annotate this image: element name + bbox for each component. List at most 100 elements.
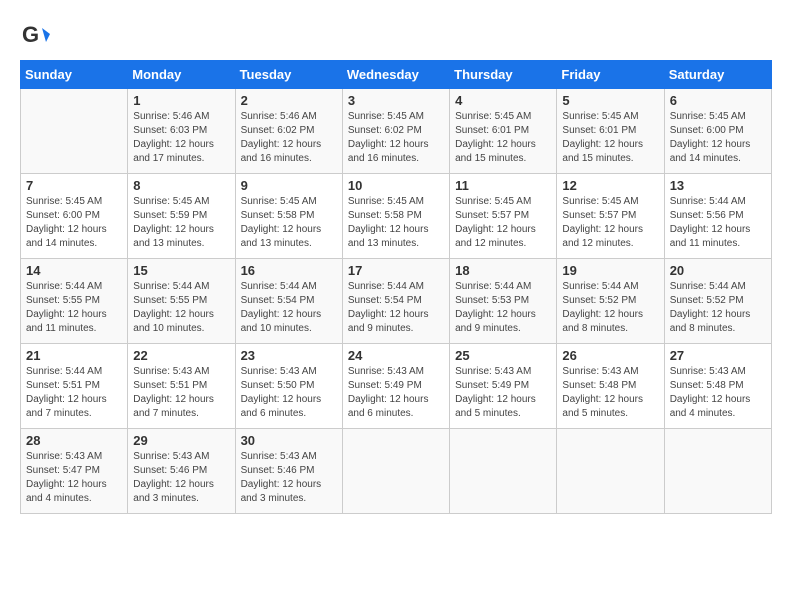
day-cell (557, 429, 664, 514)
logo-icon: G (20, 20, 50, 50)
header: G (20, 20, 772, 50)
day-cell: 24 Sunrise: 5:43 AM Sunset: 5:49 PM Dayli… (342, 344, 449, 429)
day-info: Sunrise: 5:43 AM Sunset: 5:46 PM Dayligh… (241, 450, 337, 506)
day-number: 14 (26, 263, 122, 278)
day-cell: 8 Sunrise: 5:45 AM Sunset: 5:59 PM Daylig… (128, 174, 235, 259)
day-info: Sunrise: 5:43 AM Sunset: 5:46 PM Dayligh… (133, 450, 229, 506)
day-number: 29 (133, 433, 229, 448)
day-info: Sunrise: 5:43 AM Sunset: 5:51 PM Dayligh… (133, 365, 229, 421)
day-cell: 2Sunrise: 5:46 AM Sunset: 6:02 PM Daylig… (235, 89, 342, 174)
day-cell: 28 Sunrise: 5:43 AM Sunset: 5:47 PM Dayli… (21, 429, 128, 514)
day-cell: 11 Sunrise: 5:45 AM Sunset: 5:57 PM Dayli… (450, 174, 557, 259)
day-info: Sunrise: 5:45 AM Sunset: 6:02 PM Dayligh… (348, 110, 444, 166)
day-info: Sunrise: 5:43 AM Sunset: 5:47 PM Dayligh… (26, 450, 122, 506)
calendar-body: 1 Sunrise: 5:46 AM Sunset: 6:03 PM Daylig… (21, 89, 772, 514)
weekday-row: SundayMondayTuesdayWednesdayThursdayFrid… (21, 61, 772, 89)
day-info: Sunrise: 5:46 AM Sunset: 6:02 PM Dayligh… (241, 110, 337, 166)
day-cell: 18 Sunrise: 5:44 AM Sunset: 5:53 PM Dayli… (450, 259, 557, 344)
day-cell: 19 Sunrise: 5:44 AM Sunset: 5:52 PM Dayli… (557, 259, 664, 344)
day-info: Sunrise: 5:43 AM Sunset: 5:48 PM Dayligh… (562, 365, 658, 421)
day-cell: 23 Sunrise: 5:43 AM Sunset: 5:50 PM Dayli… (235, 344, 342, 429)
weekday-header-friday: Friday (557, 61, 664, 89)
weekday-header-sunday: Sunday (21, 61, 128, 89)
day-number: 11 (455, 178, 551, 193)
day-info: Sunrise: 5:43 AM Sunset: 5:50 PM Dayligh… (241, 365, 337, 421)
day-cell: 6Sunrise: 5:45 AM Sunset: 6:00 PM Daylig… (664, 89, 771, 174)
day-cell (664, 429, 771, 514)
day-info: Sunrise: 5:44 AM Sunset: 5:53 PM Dayligh… (455, 280, 551, 336)
day-info: Sunrise: 5:44 AM Sunset: 5:55 PM Dayligh… (133, 280, 229, 336)
day-info: Sunrise: 5:45 AM Sunset: 5:58 PM Dayligh… (241, 195, 337, 251)
day-cell: 25 Sunrise: 5:43 AM Sunset: 5:49 PM Dayli… (450, 344, 557, 429)
day-info: Sunrise: 5:44 AM Sunset: 5:51 PM Dayligh… (26, 365, 122, 421)
day-info: Sunrise: 5:45 AM Sunset: 5:57 PM Dayligh… (562, 195, 658, 251)
week-row-4: 21 Sunrise: 5:44 AM Sunset: 5:51 PM Dayli… (21, 344, 772, 429)
day-info: Sunrise: 5:44 AM Sunset: 5:54 PM Dayligh… (241, 280, 337, 336)
calendar-table: SundayMondayTuesdayWednesdayThursdayFrid… (20, 60, 772, 514)
day-cell: 12 Sunrise: 5:45 AM Sunset: 5:57 PM Dayli… (557, 174, 664, 259)
weekday-header-thursday: Thursday (450, 61, 557, 89)
day-info: Sunrise: 5:45 AM Sunset: 6:01 PM Dayligh… (562, 110, 658, 166)
day-number: 30 (241, 433, 337, 448)
day-cell: 1 Sunrise: 5:46 AM Sunset: 6:03 PM Daylig… (128, 89, 235, 174)
day-info: Sunrise: 5:44 AM Sunset: 5:52 PM Dayligh… (670, 280, 766, 336)
day-number: 8 (133, 178, 229, 193)
day-info: Sunrise: 5:45 AM Sunset: 5:59 PM Dayligh… (133, 195, 229, 251)
weekday-header-monday: Monday (128, 61, 235, 89)
day-cell: 15Sunrise: 5:44 AM Sunset: 5:55 PM Dayli… (128, 259, 235, 344)
day-number: 13 (670, 178, 766, 193)
day-number: 18 (455, 263, 551, 278)
day-info: Sunrise: 5:44 AM Sunset: 5:55 PM Dayligh… (26, 280, 122, 336)
day-number: 20 (670, 263, 766, 278)
day-cell: 5 Sunrise: 5:45 AM Sunset: 6:01 PM Daylig… (557, 89, 664, 174)
day-number: 27 (670, 348, 766, 363)
week-row-2: 7Sunrise: 5:45 AM Sunset: 6:00 PM Daylig… (21, 174, 772, 259)
week-row-1: 1 Sunrise: 5:46 AM Sunset: 6:03 PM Daylig… (21, 89, 772, 174)
day-info: Sunrise: 5:44 AM Sunset: 5:52 PM Dayligh… (562, 280, 658, 336)
logo: G (20, 20, 54, 50)
day-cell: 10 Sunrise: 5:45 AM Sunset: 5:58 PM Dayli… (342, 174, 449, 259)
day-cell: 21 Sunrise: 5:44 AM Sunset: 5:51 PM Dayli… (21, 344, 128, 429)
day-info: Sunrise: 5:45 AM Sunset: 6:01 PM Dayligh… (455, 110, 551, 166)
day-number: 19 (562, 263, 658, 278)
day-info: Sunrise: 5:43 AM Sunset: 5:48 PM Dayligh… (670, 365, 766, 421)
day-number: 1 (133, 93, 229, 108)
day-number: 17 (348, 263, 444, 278)
day-number: 5 (562, 93, 658, 108)
day-number: 4 (455, 93, 551, 108)
weekday-header-saturday: Saturday (664, 61, 771, 89)
day-info: Sunrise: 5:44 AM Sunset: 5:56 PM Dayligh… (670, 195, 766, 251)
day-cell: 9Sunrise: 5:45 AM Sunset: 5:58 PM Daylig… (235, 174, 342, 259)
day-number: 21 (26, 348, 122, 363)
day-number: 3 (348, 93, 444, 108)
day-info: Sunrise: 5:44 AM Sunset: 5:54 PM Dayligh… (348, 280, 444, 336)
day-cell: 16Sunrise: 5:44 AM Sunset: 5:54 PM Dayli… (235, 259, 342, 344)
day-cell: 30 Sunrise: 5:43 AM Sunset: 5:46 PM Dayli… (235, 429, 342, 514)
week-row-5: 28 Sunrise: 5:43 AM Sunset: 5:47 PM Dayli… (21, 429, 772, 514)
day-cell: 13 Sunrise: 5:44 AM Sunset: 5:56 PM Dayli… (664, 174, 771, 259)
day-number: 25 (455, 348, 551, 363)
day-cell: 20 Sunrise: 5:44 AM Sunset: 5:52 PM Dayli… (664, 259, 771, 344)
day-cell: 3 Sunrise: 5:45 AM Sunset: 6:02 PM Daylig… (342, 89, 449, 174)
day-cell: 22 Sunrise: 5:43 AM Sunset: 5:51 PM Dayli… (128, 344, 235, 429)
day-number: 12 (562, 178, 658, 193)
day-info: Sunrise: 5:45 AM Sunset: 5:57 PM Dayligh… (455, 195, 551, 251)
day-info: Sunrise: 5:46 AM Sunset: 6:03 PM Dayligh… (133, 110, 229, 166)
day-info: Sunrise: 5:43 AM Sunset: 5:49 PM Dayligh… (455, 365, 551, 421)
day-number: 22 (133, 348, 229, 363)
day-number: 26 (562, 348, 658, 363)
day-number: 24 (348, 348, 444, 363)
svg-text:G: G (22, 22, 39, 47)
day-info: Sunrise: 5:43 AM Sunset: 5:49 PM Dayligh… (348, 365, 444, 421)
day-cell: 26 Sunrise: 5:43 AM Sunset: 5:48 PM Dayli… (557, 344, 664, 429)
day-number: 10 (348, 178, 444, 193)
day-info: Sunrise: 5:45 AM Sunset: 6:00 PM Dayligh… (670, 110, 766, 166)
day-number: 23 (241, 348, 337, 363)
day-info: Sunrise: 5:45 AM Sunset: 5:58 PM Dayligh… (348, 195, 444, 251)
weekday-header-wednesday: Wednesday (342, 61, 449, 89)
day-number: 28 (26, 433, 122, 448)
weekday-header-tuesday: Tuesday (235, 61, 342, 89)
week-row-3: 14 Sunrise: 5:44 AM Sunset: 5:55 PM Dayli… (21, 259, 772, 344)
day-cell: 14 Sunrise: 5:44 AM Sunset: 5:55 PM Dayli… (21, 259, 128, 344)
day-cell (342, 429, 449, 514)
